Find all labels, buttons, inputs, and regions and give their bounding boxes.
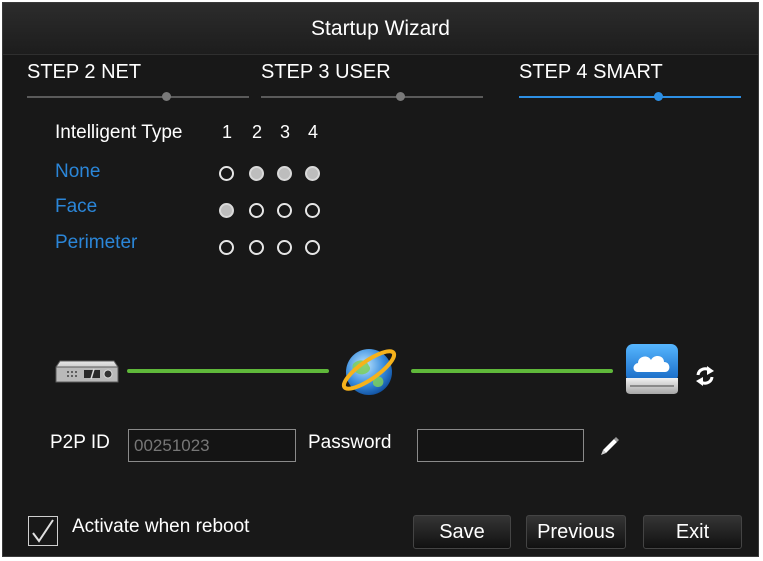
radio-perimeter-channel-1[interactable] (219, 240, 234, 255)
window-title: Startup Wizard (3, 3, 758, 55)
tab-step-3-user[interactable]: STEP 3 USER (261, 61, 391, 84)
channel-column-3: 3 (279, 122, 290, 142)
radio-none-channel-3[interactable] (277, 166, 292, 181)
step-2-indicator-knob (162, 92, 171, 101)
radio-none-channel-2[interactable] (249, 166, 264, 181)
radio-perimeter-channel-4[interactable] (305, 240, 320, 255)
password-field[interactable] (417, 429, 584, 462)
dvr-recorder-icon (54, 355, 120, 390)
channel-column-4: 4 (307, 122, 318, 142)
startup-wizard-window: Startup Wizard STEP 2 NET STEP 3 USER ST… (2, 2, 759, 557)
internet-to-cloud-link (411, 369, 613, 373)
save-button[interactable]: Save (413, 515, 511, 549)
radio-face-channel-3[interactable] (277, 203, 292, 218)
type-label-perimeter: Perimeter (55, 232, 138, 253)
exit-button[interactable]: Exit (643, 515, 742, 549)
password-label: Password (308, 432, 392, 453)
device-to-internet-link (127, 369, 329, 373)
p2p-id-field[interactable] (128, 429, 296, 462)
radio-face-channel-2[interactable] (249, 203, 264, 218)
cloud-server-icon (624, 342, 680, 401)
refresh-icon[interactable] (694, 365, 716, 392)
tab-step-4-smart[interactable]: STEP 4 SMART (519, 61, 663, 84)
previous-button[interactable]: Previous (526, 515, 626, 549)
radio-perimeter-channel-3[interactable] (277, 240, 292, 255)
internet-globe-icon (339, 340, 399, 405)
radio-face-channel-4[interactable] (305, 203, 320, 218)
activate-label: Activate when reboot (72, 516, 250, 537)
checkmark-icon (32, 519, 54, 543)
radio-none-channel-1[interactable] (219, 166, 234, 181)
tab-step-2-net[interactable]: STEP 2 NET (27, 61, 141, 84)
radio-face-channel-1[interactable] (219, 203, 234, 218)
step-3-indicator-knob (396, 92, 405, 101)
p2p-id-label: P2P ID (50, 432, 110, 453)
type-label-face: Face (55, 196, 98, 217)
step-4-indicator-track (519, 96, 741, 98)
step-2-indicator-track (27, 96, 249, 98)
activate-checkbox[interactable] (28, 516, 58, 546)
channel-column-2: 2 (251, 122, 262, 142)
radio-none-channel-4[interactable] (305, 166, 320, 181)
radio-perimeter-channel-2[interactable] (249, 240, 264, 255)
step-4-indicator-knob (654, 92, 663, 101)
intelligent-type-label: Intelligent Type (55, 122, 183, 143)
channel-column-1: 1 (221, 122, 232, 142)
step-3-indicator-track (261, 96, 483, 98)
type-label-none: None (55, 161, 101, 182)
pencil-icon[interactable] (599, 435, 621, 462)
